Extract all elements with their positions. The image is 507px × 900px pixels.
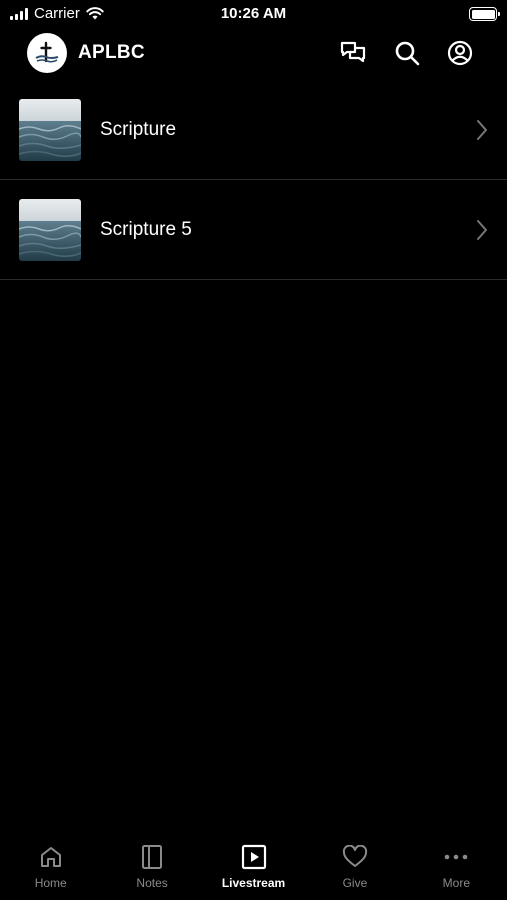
search-button[interactable] — [392, 38, 422, 68]
tab-home[interactable]: Home — [0, 836, 101, 900]
tab-label: Home — [34, 876, 67, 890]
heart-icon — [342, 844, 368, 870]
tab-bar: Home Notes Livestream Give More — [0, 836, 507, 900]
ocean-thumbnail — [19, 199, 81, 261]
tab-label: Give — [342, 876, 368, 890]
tab-label: More — [442, 876, 470, 890]
play-icon — [241, 844, 267, 870]
battery-icon — [469, 7, 500, 21]
home-icon — [38, 844, 64, 870]
app-logo[interactable] — [27, 33, 67, 73]
profile-icon — [447, 40, 473, 66]
tab-give[interactable]: Give — [304, 836, 405, 900]
notes-icon — [139, 844, 165, 870]
app-title: APLBC — [78, 42, 145, 63]
tab-notes[interactable]: Notes — [101, 836, 202, 900]
list-item[interactable]: Scripture 5 — [0, 180, 507, 280]
chevron-right-icon — [477, 220, 487, 240]
chat-button[interactable] — [338, 38, 368, 68]
status-time: 10:26 AM — [220, 5, 287, 22]
ocean-thumbnail — [19, 99, 81, 161]
status-bar: Carrier 10:26 AM — [0, 0, 507, 28]
tab-more[interactable]: More — [406, 836, 507, 900]
profile-button[interactable] — [445, 38, 475, 68]
item-title: Scripture — [100, 119, 177, 140]
tab-label: Livestream — [221, 876, 286, 890]
content-list: Scripture Scripture 5 — [0, 80, 507, 280]
more-icon — [443, 844, 469, 870]
item-title: Scripture 5 — [100, 219, 192, 240]
tab-livestream[interactable]: Livestream — [203, 836, 304, 900]
list-item[interactable]: Scripture — [0, 80, 507, 180]
chat-icon — [340, 41, 366, 63]
tab-label: Notes — [136, 876, 168, 890]
chevron-right-icon — [477, 120, 487, 140]
app-header: APLBC — [0, 28, 507, 80]
search-icon — [395, 41, 420, 66]
